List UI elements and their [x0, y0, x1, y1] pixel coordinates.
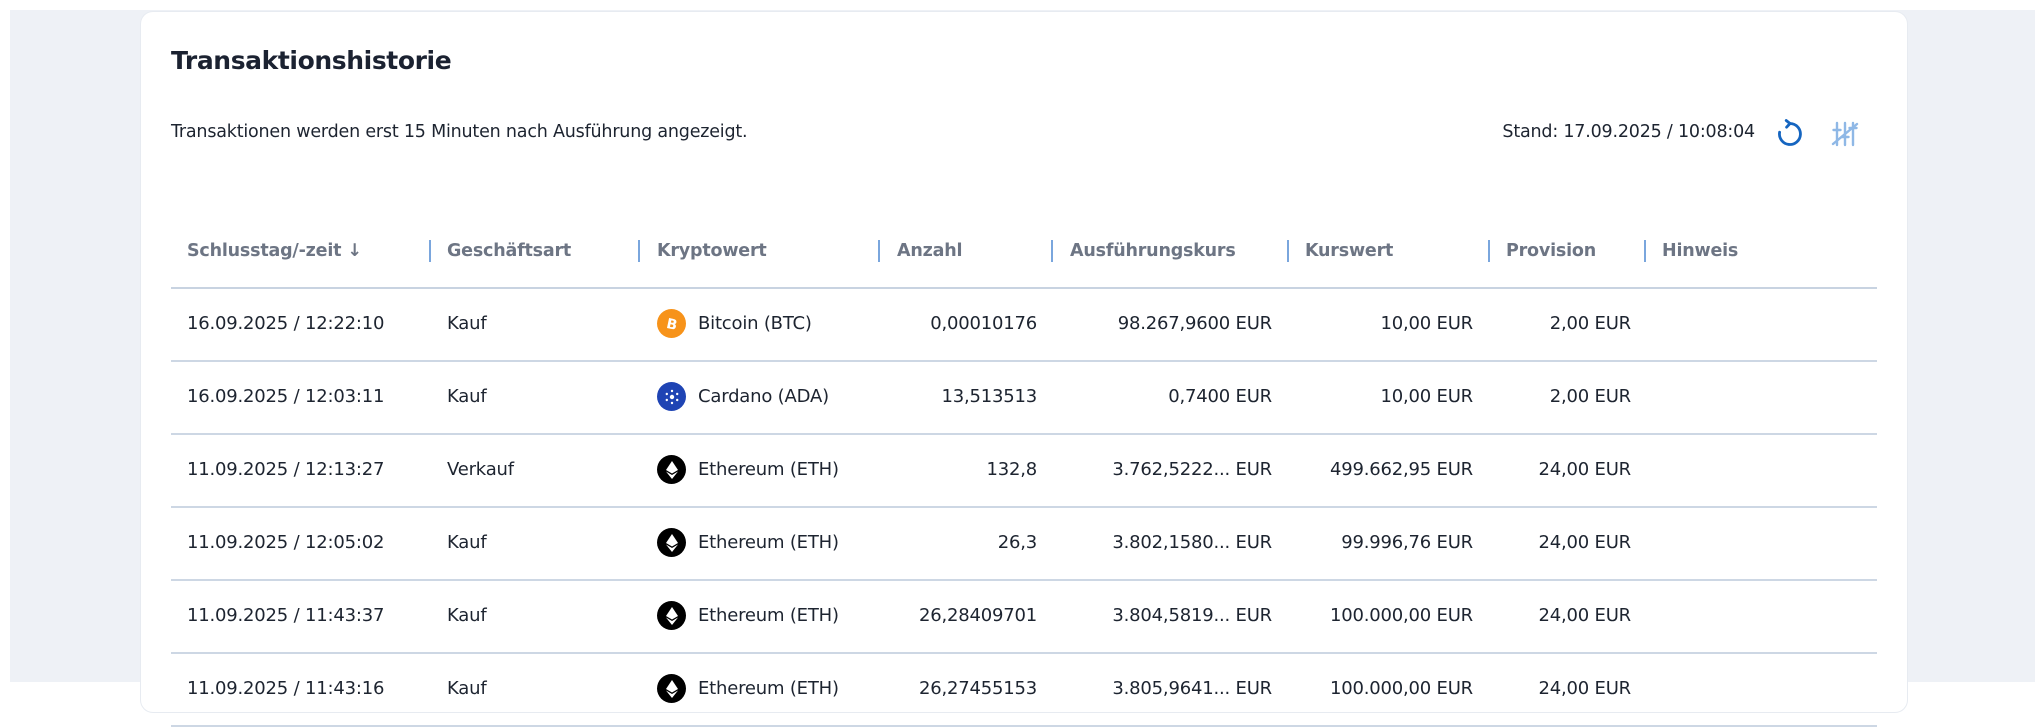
- column-header-asset[interactable]: Kryptowert: [657, 241, 767, 261]
- cell-execution-price: 98.267,9600 EUR: [1117, 313, 1272, 334]
- cell-execution-price: 0,7400 EUR: [1168, 386, 1272, 407]
- column-separator: [1488, 240, 1490, 262]
- cell-execution-price: 3.804,5819... EUR: [1112, 605, 1272, 626]
- bitcoin-icon: B: [657, 309, 686, 338]
- cell-asset: Ethereum (ETH): [698, 605, 839, 626]
- cell-asset: Bitcoin (BTC): [698, 313, 812, 334]
- cell-amount: 26,27455153: [918, 678, 1037, 699]
- column-separator: [1287, 240, 1289, 262]
- ethereum-icon: [657, 528, 686, 557]
- cell-fee: 24,00 EUR: [1538, 532, 1631, 553]
- cell-asset: Ethereum (ETH): [698, 459, 839, 480]
- refresh-button[interactable]: [1772, 116, 1808, 152]
- cell-market-value: 10,00 EUR: [1380, 313, 1473, 334]
- table-header: Schlusstag/-zeit ↓ Geschäftsart Kryptowe…: [171, 227, 1877, 289]
- cell-type: Kauf: [447, 678, 487, 699]
- transaction-history-card: Transaktionshistorie Transaktionen werde…: [141, 12, 1907, 727]
- cell-date: 11.09.2025 / 12:13:27: [187, 459, 385, 480]
- cell-type: Kauf: [447, 605, 487, 626]
- cardano-icon: [657, 382, 686, 411]
- page-title: Transaktionshistorie: [171, 46, 452, 75]
- column-header-amount[interactable]: Anzahl: [897, 241, 962, 261]
- cell-date: 16.09.2025 / 12:22:10: [187, 313, 385, 334]
- column-header-market-value[interactable]: Kurswert: [1305, 241, 1393, 261]
- table-row[interactable]: 11.09.2025 / 12:13:27 Verkauf Ethereum (…: [171, 435, 1877, 508]
- column-separator: [638, 240, 640, 262]
- cell-date: 11.09.2025 / 12:05:02: [187, 532, 385, 553]
- cell-amount: 26,28409701: [918, 605, 1037, 626]
- cell-date: 11.09.2025 / 11:43:37: [187, 605, 385, 626]
- cell-market-value: 100.000,00 EUR: [1329, 678, 1473, 699]
- cell-fee: 2,00 EUR: [1549, 386, 1631, 407]
- table-row[interactable]: 11.09.2025 / 12:05:02 Kauf Ethereum (ETH…: [171, 508, 1877, 581]
- last-updated-timestamp: Stand: 17.09.2025 / 10:08:04: [1502, 122, 1755, 142]
- cell-amount: 26,3: [997, 532, 1037, 553]
- column-header-fee[interactable]: Provision: [1506, 241, 1596, 261]
- cell-fee: 24,00 EUR: [1538, 605, 1631, 626]
- cell-asset: Ethereum (ETH): [698, 678, 839, 699]
- cell-amount: 13,513513: [941, 386, 1037, 407]
- table-row[interactable]: 16.09.2025 / 12:03:11 Kauf Cardano (ADA): [171, 362, 1877, 435]
- cell-execution-price: 3.805,9641... EUR: [1112, 678, 1272, 699]
- cell-amount: 0,00010176: [930, 313, 1037, 334]
- refresh-icon: [1778, 119, 1802, 146]
- cell-market-value: 99.996,76 EUR: [1341, 532, 1473, 553]
- cell-market-value: 499.662,95 EUR: [1329, 459, 1473, 480]
- cell-fee: 24,00 EUR: [1538, 678, 1631, 699]
- cell-type: Verkauf: [447, 459, 514, 480]
- cell-type: Kauf: [447, 386, 487, 407]
- column-separator: [1644, 240, 1646, 262]
- cell-execution-price: 3.762,5222... EUR: [1112, 459, 1272, 480]
- cell-market-value: 10,00 EUR: [1380, 386, 1473, 407]
- svg-text:B: B: [664, 316, 678, 333]
- column-separator: [1051, 240, 1053, 262]
- cell-amount: 132,8: [986, 459, 1037, 480]
- cell-execution-price: 3.802,1580... EUR: [1112, 532, 1272, 553]
- column-separator: [878, 240, 880, 262]
- transactions-table: Schlusstag/-zeit ↓ Geschäftsart Kryptowe…: [171, 227, 1877, 727]
- ethereum-icon: [657, 674, 686, 703]
- cell-market-value: 100.000,00 EUR: [1329, 605, 1473, 626]
- ethereum-icon: [657, 601, 686, 630]
- cell-type: Kauf: [447, 532, 487, 553]
- column-separator: [429, 240, 431, 262]
- delay-notice: Transaktionen werden erst 15 Minuten nac…: [171, 122, 748, 142]
- cell-type: Kauf: [447, 313, 487, 334]
- column-settings-icon: [1831, 121, 1859, 147]
- ethereum-icon: [657, 455, 686, 484]
- cell-fee: 24,00 EUR: [1538, 459, 1631, 480]
- table-row[interactable]: 11.09.2025 / 11:43:37 Kauf Ethereum (ETH…: [171, 581, 1877, 654]
- cell-date: 11.09.2025 / 11:43:16: [187, 678, 385, 699]
- column-header-execution-price[interactable]: Ausführungskurs: [1070, 241, 1236, 261]
- cell-date: 16.09.2025 / 12:03:11: [187, 386, 385, 407]
- table-row[interactable]: 16.09.2025 / 12:22:10 Kauf B Bitcoin (BT…: [171, 289, 1877, 362]
- cell-asset: Cardano (ADA): [698, 386, 829, 407]
- column-header-type[interactable]: Geschäftsart: [447, 241, 571, 261]
- cell-fee: 2,00 EUR: [1549, 313, 1631, 334]
- column-header-date[interactable]: Schlusstag/-zeit ↓: [187, 241, 362, 261]
- column-header-note[interactable]: Hinweis: [1662, 241, 1738, 261]
- table-row[interactable]: 11.09.2025 / 11:43:16 Kauf Ethereum (ETH…: [171, 654, 1877, 727]
- column-settings-button[interactable]: [1827, 116, 1863, 152]
- cell-asset: Ethereum (ETH): [698, 532, 839, 553]
